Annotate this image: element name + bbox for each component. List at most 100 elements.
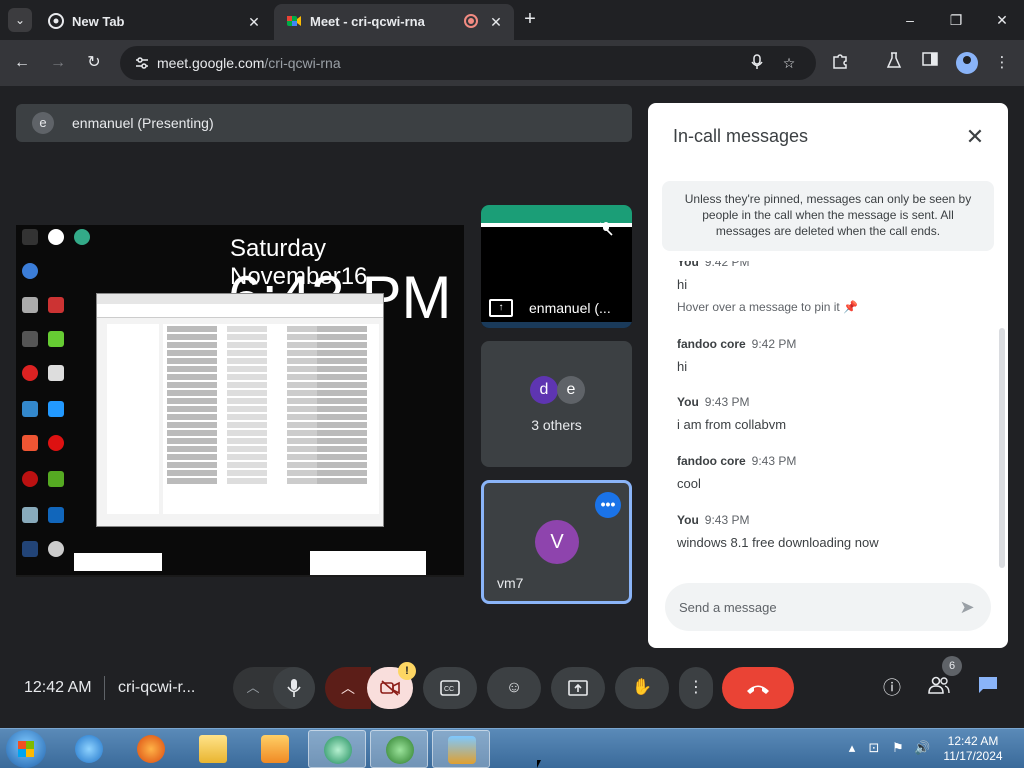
- microphone-button[interactable]: [273, 667, 315, 709]
- tune-icon[interactable]: [134, 55, 150, 71]
- participant-tile-others[interactable]: d e 3 others: [481, 341, 632, 467]
- desktop-icon: [74, 229, 90, 245]
- puzzle-icon[interactable]: [828, 51, 852, 75]
- reload-icon[interactable]: ↻: [82, 51, 106, 75]
- browser-toolbar: ← → ↻ meet.google.com/cri-qcwi-rna ☆ ⋮: [0, 40, 1024, 86]
- show-hidden-icons-icon[interactable]: ▴: [844, 739, 860, 757]
- desktop-icon: [48, 541, 64, 557]
- firefox-icon[interactable]: [122, 730, 180, 768]
- info-icon[interactable]: ⓘ: [879, 675, 905, 701]
- list-item[interactable]: fandoo core 9:42 PM hi: [677, 337, 796, 374]
- close-tab-icon[interactable]: ✕: [244, 12, 264, 32]
- message-sender: You: [677, 261, 699, 269]
- emoji-reaction-button[interactable]: ☺: [487, 667, 541, 709]
- microphone-icon[interactable]: [748, 54, 766, 72]
- url-text[interactable]: meet.google.com/cri-qcwi-rna: [157, 55, 341, 71]
- back-arrow-icon[interactable]: ←: [10, 51, 34, 75]
- desktop-icon: [22, 401, 38, 417]
- panel-title: In-call messages: [673, 126, 809, 146]
- maximize-button[interactable]: ❐: [944, 8, 968, 32]
- present-screen-button[interactable]: [551, 667, 605, 709]
- in-call-messages-panel: In-call messages ✕ Unless they're pinned…: [648, 103, 1008, 648]
- svg-text:CC: CC: [444, 686, 454, 693]
- desktop-icon: [22, 471, 38, 487]
- participant-name: enmanuel (...: [529, 300, 611, 316]
- close-icon[interactable]: ✕: [962, 124, 988, 150]
- recording-icon: [464, 14, 478, 28]
- volume-icon[interactable]: 🔊: [914, 739, 930, 757]
- end-call-button[interactable]: [722, 667, 794, 709]
- star-icon[interactable]: ☆: [780, 54, 798, 72]
- desktop-icon: [22, 229, 38, 245]
- list-item[interactable]: fandoo core 9:43 PM cool: [677, 454, 796, 491]
- tab-title: Meet - cri-qcwi-rna: [310, 14, 425, 29]
- shared-file-explorer-window: [96, 293, 384, 527]
- message-text: windows 8.1 free downloading now: [677, 535, 879, 550]
- people-icon[interactable]: [926, 675, 952, 701]
- side-panel-icon[interactable]: [918, 51, 942, 75]
- message-time: 9:43 PM: [751, 454, 797, 468]
- message-text: hi: [677, 277, 688, 292]
- close-window-button[interactable]: ✕: [990, 8, 1014, 32]
- raise-hand-button[interactable]: ✋: [615, 667, 669, 709]
- desktop-icon: [48, 331, 64, 347]
- network-icon[interactable]: ⊡: [866, 739, 882, 757]
- message-text: hi: [677, 359, 688, 374]
- pin-icon[interactable]: 📌: [843, 300, 858, 314]
- tab-new-tab[interactable]: New Tab ✕: [36, 4, 272, 40]
- avatar: V: [535, 520, 579, 564]
- tab-search-button[interactable]: ⌄: [8, 8, 32, 32]
- new-tab-button[interactable]: +: [518, 8, 542, 32]
- send-icon[interactable]: ➤: [955, 595, 979, 619]
- message-sender: You: [677, 513, 699, 527]
- forward-arrow-icon[interactable]: →: [46, 51, 70, 75]
- more-options-button[interactable]: ⋮: [679, 667, 713, 709]
- profile-icon[interactable]: [956, 52, 978, 74]
- message-composer: ➤: [665, 583, 991, 631]
- desktop-icon: [22, 263, 38, 279]
- pin-hint: Hover over a message to pin it 📌: [677, 300, 859, 314]
- meet-main: e enmanuel (Presenting) Saturday November…: [0, 86, 1024, 728]
- chat-icon[interactable]: [976, 675, 1000, 697]
- list-item[interactable]: You 9:42 PM hi Hover over a message to pi…: [677, 261, 858, 314]
- desktop-icon: [22, 507, 38, 523]
- message-list: You 9:42 PM hi Hover over a message to pi…: [648, 261, 1000, 569]
- list-item[interactable]: You 9:43 PM windows 8.1 free downloading …: [677, 513, 879, 550]
- message-time: 9:43 PM: [704, 513, 750, 527]
- start-button[interactable]: [6, 730, 46, 768]
- meeting-clock: 12:42 AM: [24, 679, 92, 696]
- participant-tile-self[interactable]: ••• V vm7: [481, 480, 632, 604]
- cleaner-icon[interactable]: [432, 730, 490, 768]
- meeting-code[interactable]: cri-qcwi-r...: [118, 679, 195, 697]
- participant-tile-presenter[interactable]: ↑ enmanuel (...: [481, 205, 632, 328]
- download-manager-icon[interactable]: [370, 730, 428, 768]
- message-input[interactable]: [679, 597, 939, 617]
- captions-button[interactable]: CC: [423, 667, 477, 709]
- file-explorer-icon[interactable]: [184, 730, 242, 768]
- video-options-button[interactable]: ︿: [325, 667, 371, 709]
- desktop-icon: [48, 229, 64, 245]
- close-tab-icon[interactable]: ✕: [486, 12, 506, 32]
- kebab-menu-icon[interactable]: ⋮: [990, 51, 1014, 75]
- system-clock[interactable]: 12:42 AM 11/17/2024: [940, 734, 1006, 764]
- meet-app-icon[interactable]: [308, 730, 366, 768]
- audio-options-button[interactable]: ︿: [233, 667, 273, 709]
- flask-icon[interactable]: [882, 51, 906, 75]
- minimize-button[interactable]: –: [898, 8, 922, 32]
- scrollbar[interactable]: [999, 328, 1005, 568]
- address-bar[interactable]: meet.google.com/cri-qcwi-rna ☆: [120, 46, 816, 80]
- shared-screen[interactable]: SaturdayNovember16 6:43 PM: [16, 225, 464, 577]
- list-item[interactable]: You 9:43 PM i am from collabvm: [677, 395, 786, 432]
- mouse-cursor: [537, 760, 541, 768]
- present-to-all-icon: ↑: [489, 299, 513, 317]
- avatar: e: [32, 112, 54, 134]
- more-options-icon[interactable]: •••: [595, 492, 621, 518]
- desktop-icon: [22, 541, 38, 557]
- flag-icon[interactable]: ⚑: [890, 739, 906, 757]
- internet-explorer-icon[interactable]: [60, 730, 118, 768]
- shared-download-window: [74, 553, 162, 571]
- desktop-icon: [48, 365, 64, 381]
- tab-meet[interactable]: Meet - cri-qcwi-rna ✕: [274, 4, 514, 40]
- avatar: d: [530, 376, 558, 404]
- media-player-icon[interactable]: [246, 730, 304, 768]
